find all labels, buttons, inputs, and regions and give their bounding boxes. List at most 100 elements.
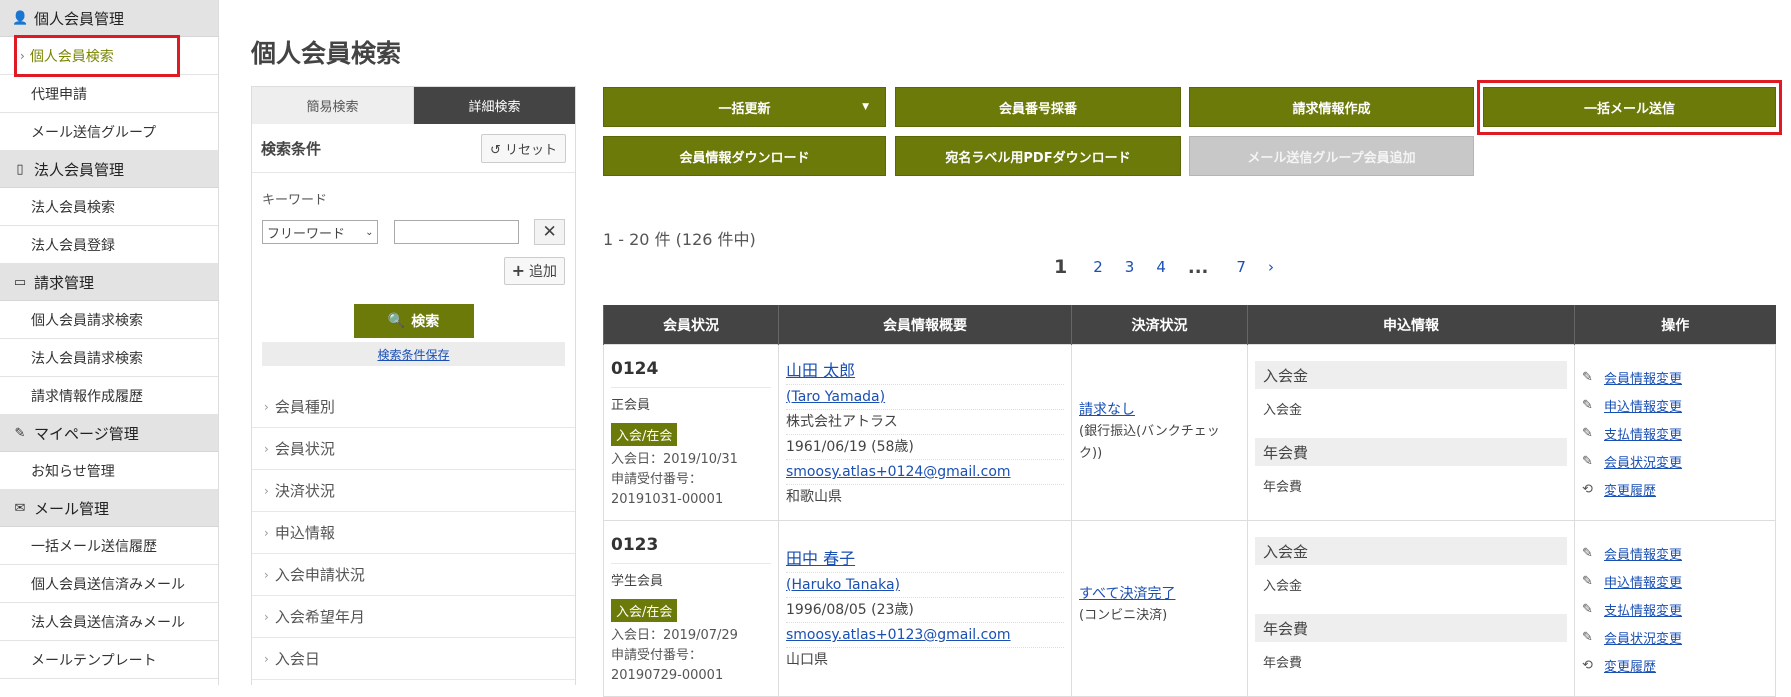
change-history-link[interactable]: 変更履歴 <box>1604 656 1656 675</box>
filter-member-status[interactable]: › 会員状況 <box>252 428 575 470</box>
table-row: 0124 正会員 入会/在会 入会日：2019/10/31 申請受付番号： 20… <box>603 344 1776 521</box>
tab-detail-search[interactable]: 詳細検索 <box>414 87 575 124</box>
pencil-icon: ✎ <box>1582 453 1593 469</box>
add-mail-group-button[interactable]: メール送信グループ会員追加 <box>1189 136 1474 176</box>
edit-member-link[interactable]: 会員情報変更 <box>1604 544 1682 563</box>
sidebar-item-mail-template[interactable]: メールテンプレート <box>0 641 218 679</box>
sidebar-item-proxy-application[interactable]: 代理申請 <box>0 75 218 113</box>
sidebar-section-label: マイページ管理 <box>34 424 139 443</box>
tab-simple-search[interactable]: 簡易検索 <box>252 87 414 124</box>
apply-heading: 年会費 <box>1255 614 1567 642</box>
pencil-icon: ✎ <box>1582 425 1593 441</box>
sidebar-section-label: 法人会員管理 <box>34 160 125 179</box>
add-condition-button[interactable]: + 追加 <box>503 257 565 285</box>
edit-member-link[interactable]: 会員情報変更 <box>1604 368 1682 387</box>
sidebar-item-notices[interactable]: お知らせ管理 <box>0 452 218 490</box>
filter-desired-month[interactable]: › 入会希望年月 <box>252 596 575 638</box>
member-name-en-link[interactable]: (Taro Yamada) <box>786 389 885 405</box>
next-page-link[interactable]: › <box>1268 258 1274 276</box>
apply-value: 年会費 <box>1263 656 1303 671</box>
apply-value: 入会金 <box>1263 579 1303 594</box>
sidebar-item-mail-group[interactable]: メール送信グループ <box>0 113 218 151</box>
member-name-link[interactable]: 田中 春子 <box>786 549 855 568</box>
sidebar-section-corporate[interactable]: ▯ 法人会員管理 <box>0 151 218 188</box>
result-count: 1 - 20 件 (126 件中) <box>603 230 756 249</box>
edit-application-link[interactable]: 申込情報変更 <box>1604 396 1682 415</box>
sidebar-item-individual-billing-search[interactable]: 個人会員請求検索 <box>0 301 218 339</box>
birth-date: 1996/08/05 (23歳) <box>786 598 1064 623</box>
filter-application-info[interactable]: › 申込情報 <box>252 512 575 554</box>
sidebar-item-individual-search[interactable]: › 個人会員検索 <box>0 37 218 75</box>
create-invoice-button[interactable]: 請求情報作成 <box>1189 87 1474 127</box>
payment-cell: すべて決済完了 (コンビニ決済) <box>1071 520 1248 697</box>
page-link[interactable]: 3 <box>1125 258 1135 276</box>
filter-join-date[interactable]: › 入会日 <box>252 638 575 680</box>
pencil-icon: ✎ <box>1582 369 1593 385</box>
bulk-update-button[interactable]: 一括更新 ▼ <box>603 87 886 127</box>
label-pdf-button[interactable]: 宛名ラベル用PDFダウンロード <box>895 136 1181 176</box>
sidebar-item-label: 法人会員送信済みメール <box>31 614 185 631</box>
edit-status-link[interactable]: 会員状況変更 <box>1604 452 1682 471</box>
apply-heading: 入会金 <box>1255 537 1567 565</box>
email-link[interactable]: smoosy.atlas+0124@gmail.com <box>786 464 1011 480</box>
sidebar-item-label: 個人会員検索 <box>29 48 114 65</box>
sidebar-section-label: メール管理 <box>34 499 110 518</box>
sidebar-item-corporate-sent-mail[interactable]: 法人会員送信済みメール <box>0 603 218 641</box>
change-history-link[interactable]: 変更履歴 <box>1604 480 1656 499</box>
status-badge: 入会/在会 <box>611 423 678 446</box>
sidebar-item-corporate-register[interactable]: 法人会員登録 <box>0 226 218 264</box>
reset-icon: ↺ <box>489 142 501 158</box>
edit-status-link[interactable]: 会員状況変更 <box>1604 628 1682 647</box>
chevron-right-icon: › <box>264 651 269 666</box>
search-icon: 🔍 <box>387 313 406 329</box>
sidebar-section-individual[interactable]: 👤 個人会員管理 <box>0 0 218 37</box>
member-name-link[interactable]: 山田 太郎 <box>786 361 855 380</box>
table-row: 0123 学生会員 入会/在会 入会日：2019/07/29 申請受付番号： 2… <box>603 520 1776 697</box>
search-tabs: 簡易検索 詳細検索 <box>252 87 575 124</box>
edit-payment-link[interactable]: 支払情報変更 <box>1604 600 1682 619</box>
sidebar-item-bulk-mail-history[interactable]: 一括メール送信履歴 <box>0 527 218 565</box>
reset-button[interactable]: ↺ リセット <box>480 133 566 163</box>
column-header: 決済状況 <box>1071 305 1248 345</box>
sidebar-item-label: 個人会員送信済みメール <box>31 576 185 593</box>
sidebar-section-billing[interactable]: ▭ 請求管理 <box>0 264 218 301</box>
email-link[interactable]: smoosy.atlas+0123@gmail.com <box>786 627 1011 643</box>
download-info-button[interactable]: 会員情報ダウンロード <box>603 136 886 176</box>
filter-label: 決済状況 <box>274 482 335 500</box>
sidebar-item-label: 法人会員検索 <box>31 199 115 216</box>
chevron-right-icon: › <box>264 567 269 582</box>
sidebar-section-mypage[interactable]: ✎ マイページ管理 <box>0 415 218 452</box>
filter-application-status[interactable]: › 入会申請状況 <box>252 554 575 596</box>
search-button[interactable]: 🔍 検索 <box>353 304 474 338</box>
pencil-icon: ✎ <box>1582 397 1593 413</box>
sidebar-item-corporate-search[interactable]: 法人会員検索 <box>0 188 218 226</box>
filter-payment-status[interactable]: › 決済状況 <box>252 470 575 512</box>
save-conditions-link[interactable]: 検索条件保存 <box>377 346 449 363</box>
payment-status-link[interactable]: すべて決済完了 <box>1079 586 1175 602</box>
page-link-last[interactable]: 7 <box>1236 258 1246 276</box>
edit-payment-link[interactable]: 支払情報変更 <box>1604 424 1682 443</box>
page-link[interactable]: 4 <box>1156 258 1166 276</box>
sidebar-item-individual-sent-mail[interactable]: 個人会員送信済みメール <box>0 565 218 603</box>
history-icon: ⟲ <box>1582 481 1593 497</box>
add-label: 追加 <box>529 264 557 280</box>
payment-status-link[interactable]: 請求なし <box>1079 402 1135 418</box>
edit-application-link[interactable]: 申込情報変更 <box>1604 572 1682 591</box>
keyword-type-select[interactable]: フリーワード ⌄ <box>262 220 379 244</box>
table-header-row: 会員状況 会員情報概要 決済状況 申込情報 操作 <box>603 305 1776 345</box>
bulk-mail-button[interactable]: 一括メール送信 <box>1483 87 1776 127</box>
keyword-input[interactable] <box>394 220 520 244</box>
assign-number-button[interactable]: 会員番号採番 <box>895 87 1181 127</box>
sidebar-item-billing-history[interactable]: 請求情報作成履歴 <box>0 377 218 415</box>
filter-member-type[interactable]: › 会員種別 <box>252 386 575 428</box>
sidebar-section-mail[interactable]: ✉ メール管理 <box>0 490 218 527</box>
application-number: 20190729-00001 <box>611 668 724 683</box>
filter-label: 入会希望年月 <box>274 608 365 626</box>
sidebar-item-corporate-billing-search[interactable]: 法人会員請求検索 <box>0 339 218 377</box>
member-status-cell: 0124 正会員 入会/在会 入会日：2019/10/31 申請受付番号： 20… <box>603 344 779 521</box>
clear-keyword-button[interactable]: ✕ <box>534 219 565 245</box>
person-icon: 👤 <box>12 10 29 26</box>
filter-list: › 会員種別 › 会員状況 › 決済状況 › 申込情報 › 入会申請状況 › 入会希望年月 … <box>252 386 575 680</box>
member-name-en-link[interactable]: (Haruko Tanaka) <box>786 577 900 593</box>
page-link[interactable]: 2 <box>1093 258 1103 276</box>
